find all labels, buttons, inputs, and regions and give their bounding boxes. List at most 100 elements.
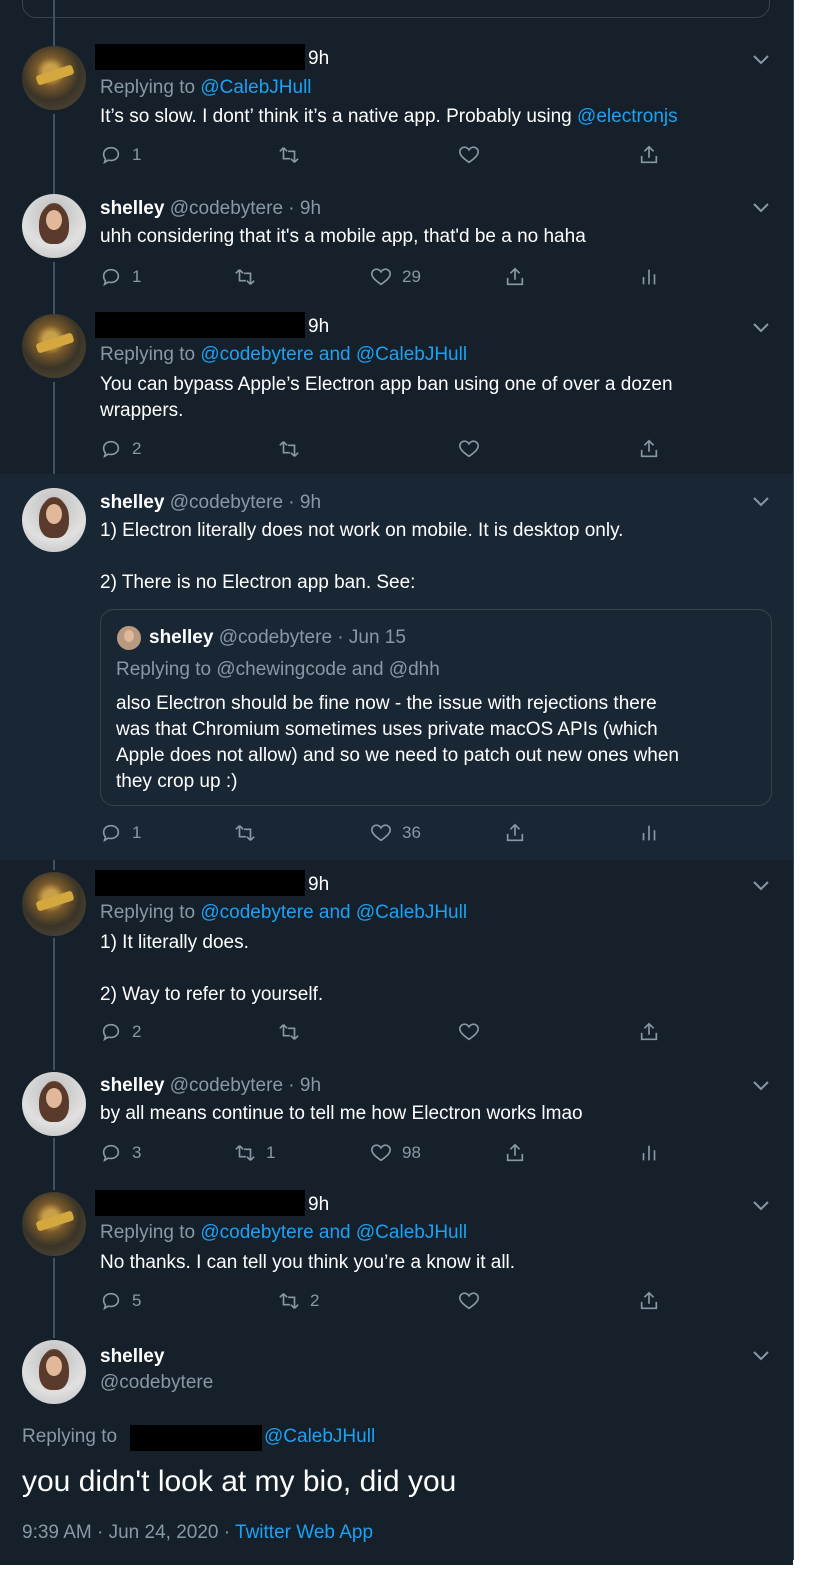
redacted-name: [95, 1190, 305, 1216]
tweet[interactable]: 9h Replying to @codebytere and @CalebJHu…: [0, 1176, 793, 1326]
tweet-actions: 3 1 98: [100, 1140, 680, 1166]
tweet[interactable]: 9h Replying to @CalebJHull It’s so slow.…: [0, 30, 793, 190]
reply-button[interactable]: 2: [100, 436, 141, 462]
avatar[interactable]: [22, 314, 86, 378]
share-button[interactable]: [504, 264, 526, 290]
share-button[interactable]: [638, 1288, 660, 1314]
display-name[interactable]: shelley: [100, 1346, 164, 1368]
like-button[interactable]: [458, 1288, 490, 1314]
reply-button[interactable]: 1: [100, 820, 141, 846]
mention-link[interactable]: @CalebJHull: [264, 1426, 375, 1448]
analytics-button[interactable]: [638, 264, 660, 290]
quoted-tweet[interactable]: shelley @codebytere · Jun 15 Replying to…: [100, 609, 772, 806]
tweet-actions: 5 2: [100, 1288, 680, 1314]
avatar[interactable]: [22, 488, 86, 552]
chevron-down-icon[interactable]: [752, 54, 770, 66]
share-icon: [640, 1291, 658, 1310]
chevron-down-icon[interactable]: [752, 1200, 770, 1212]
tweet[interactable]: shelley @codebytere · 9h by all means co…: [0, 1056, 793, 1176]
avatar[interactable]: [22, 1072, 86, 1136]
retweet-button[interactable]: 2: [278, 1288, 319, 1314]
heart-icon: [459, 440, 479, 458]
heart-icon: [371, 1144, 391, 1162]
heart-icon: [459, 146, 479, 164]
handle-time[interactable]: @codebytere · 9h: [170, 198, 321, 219]
analytics-button[interactable]: [638, 820, 660, 846]
tweet[interactable]: shelley @codebytere · 9h 1) Electron lit…: [0, 474, 793, 860]
tweet[interactable]: shelley @codebytere · 9h uhh considering…: [0, 178, 793, 298]
handle-time[interactable]: @codebytere · 9h: [170, 1075, 321, 1096]
retweet-icon: [235, 269, 255, 285]
retweet-button[interactable]: [278, 1019, 310, 1045]
like-button[interactable]: [458, 436, 490, 462]
chevron-down-icon[interactable]: [752, 322, 770, 334]
reply-icon: [102, 268, 120, 287]
reply-button[interactable]: 2: [100, 1019, 141, 1045]
mention-link[interactable]: @electronjs: [577, 106, 678, 127]
reply-button[interactable]: 1: [100, 264, 141, 290]
tweet-time[interactable]: 9h: [308, 316, 329, 338]
reply-button[interactable]: 3: [100, 1140, 141, 1166]
redacted-name: [95, 870, 305, 896]
heart-icon: [371, 268, 391, 286]
display-name[interactable]: shelley: [100, 492, 164, 513]
chevron-down-icon[interactable]: [752, 1350, 770, 1362]
chevron-down-icon[interactable]: [752, 1080, 770, 1092]
tweet[interactable]: 9h Replying to @codebytere and @CalebJHu…: [0, 856, 793, 1064]
chevron-down-icon[interactable]: [752, 202, 770, 214]
reply-icon: [102, 1144, 120, 1163]
source-link[interactable]: Twitter Web App: [235, 1522, 373, 1543]
tweet-time[interactable]: 9h: [308, 1194, 329, 1216]
conversation-timeline: 9h Replying to @CalebJHull It’s so slow.…: [0, 0, 793, 1565]
tweet-text: 1) It literally does. 2) Way to refer to…: [100, 932, 324, 1005]
retweet-button[interactable]: [234, 820, 266, 846]
retweet-button[interactable]: [278, 142, 310, 168]
tweet-time[interactable]: 9h: [308, 874, 329, 896]
like-button[interactable]: [458, 142, 490, 168]
retweet-icon: [279, 147, 299, 163]
heart-icon: [371, 824, 391, 842]
retweet-button[interactable]: 1: [234, 1140, 275, 1166]
display-name[interactable]: shelley: [100, 1075, 164, 1096]
avatar[interactable]: [22, 872, 86, 936]
like-button[interactable]: 36: [370, 820, 421, 846]
avatar[interactable]: [22, 1192, 86, 1256]
share-button[interactable]: [504, 1140, 526, 1166]
handle-time[interactable]: @codebytere · 9h: [170, 492, 321, 513]
share-button[interactable]: [638, 436, 660, 462]
chevron-down-icon[interactable]: [752, 880, 770, 892]
display-name[interactable]: shelley: [100, 198, 164, 219]
avatar[interactable]: [117, 626, 141, 650]
avatar[interactable]: [22, 194, 86, 258]
reply-icon: [102, 146, 120, 165]
analytics-button[interactable]: [638, 1140, 660, 1166]
handle-date: @codebytere · Jun 15: [218, 627, 406, 648]
mention-link[interactable]: @CalebJHull: [200, 77, 311, 98]
reply-button[interactable]: 1: [100, 142, 141, 168]
retweet-button[interactable]: [278, 436, 310, 462]
quote-header: shelley @codebytere · Jun 15: [149, 627, 406, 649]
like-button[interactable]: [458, 1019, 490, 1045]
mention-link[interactable]: @codebytere and @CalebJHull: [200, 1222, 467, 1243]
chevron-down-icon[interactable]: [752, 496, 770, 508]
mention-link[interactable]: @codebytere and @CalebJHull: [200, 344, 467, 365]
main-tweet-text: you didn't look at my bio, did you: [22, 1465, 457, 1498]
avatar[interactable]: [22, 1340, 86, 1404]
share-button[interactable]: [504, 820, 526, 846]
window-edge: [793, 0, 806, 1560]
reply-icon: [102, 824, 120, 843]
reply-icon: [102, 1292, 120, 1311]
mention-link[interactable]: @codebytere and @CalebJHull: [200, 902, 467, 923]
like-button[interactable]: 98: [370, 1140, 421, 1166]
user-handle[interactable]: @codebytere: [100, 1372, 213, 1394]
share-icon: [506, 823, 524, 842]
tweet-time[interactable]: 9h: [308, 48, 329, 70]
like-button[interactable]: 29: [370, 264, 421, 290]
tweet[interactable]: 9h Replying to @codebytere and @CalebJHu…: [0, 298, 793, 474]
share-button[interactable]: [638, 1019, 660, 1045]
share-button[interactable]: [638, 142, 660, 168]
retweet-button[interactable]: [234, 264, 266, 290]
avatar[interactable]: [22, 46, 86, 110]
timestamp-link[interactable]: 9:39 AM · Jun 24, 2020 ·: [22, 1522, 235, 1543]
reply-button[interactable]: 5: [100, 1288, 141, 1314]
